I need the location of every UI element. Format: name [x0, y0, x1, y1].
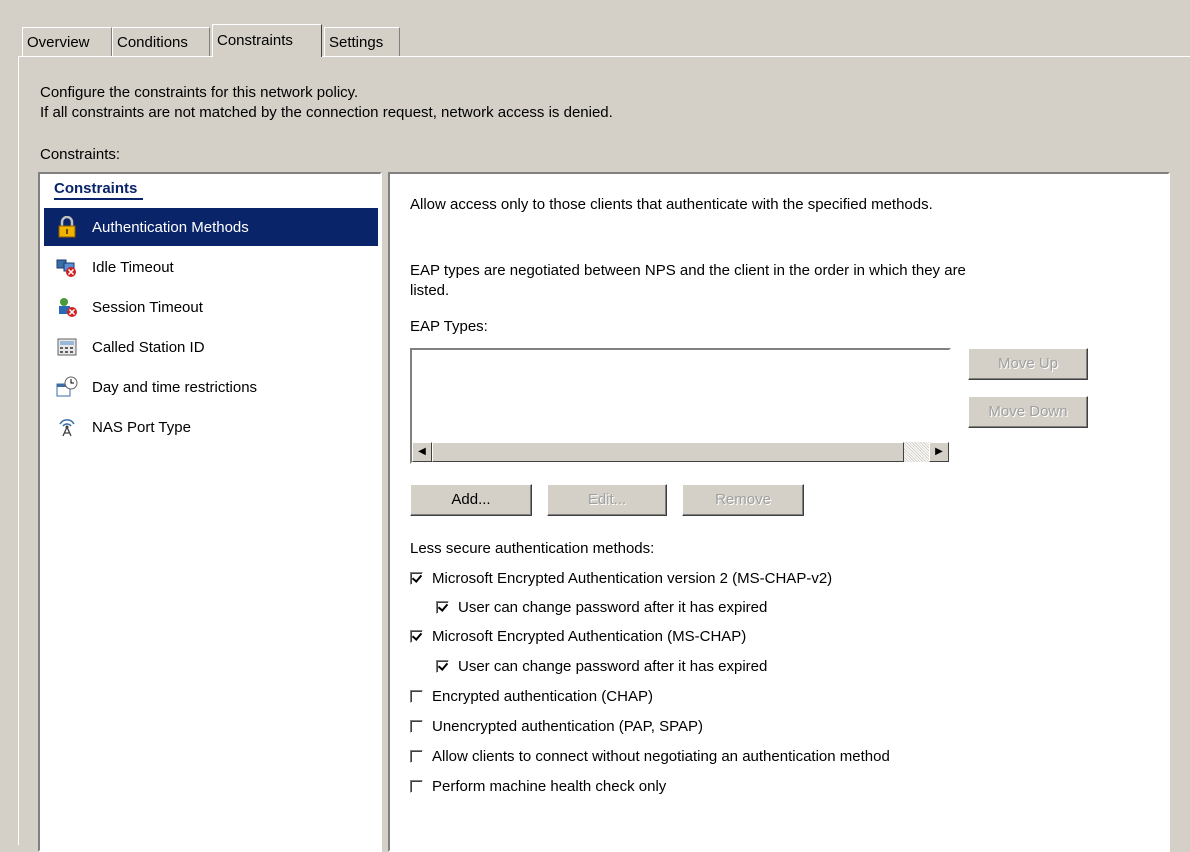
description-line-1: Configure the constraints for this netwo…	[40, 84, 359, 101]
idle-timeout-icon	[56, 259, 76, 277]
option-label: Allow clients to connect without negotia…	[432, 748, 890, 765]
option-label: Perform machine health check only	[432, 778, 667, 795]
option-no-negotiation[interactable]: Allow clients to connect without negotia…	[410, 748, 890, 765]
lock-icon	[58, 216, 76, 238]
list-item-authentication-methods[interactable]: Authentication Methods	[44, 208, 378, 246]
option-label: User can change password after it has ex…	[458, 599, 768, 616]
constraints-label: Constraints:	[40, 146, 121, 163]
session-timeout-icon	[59, 298, 77, 317]
pap-spap-checkbox[interactable]	[410, 720, 423, 733]
scroll-track[interactable]	[904, 442, 929, 462]
list-item-label: Session Timeout	[92, 298, 203, 316]
add-button[interactable]: Add...	[410, 484, 532, 516]
less-secure-label: Less secure authentication methods:	[410, 540, 655, 557]
mschapv2-checkbox[interactable]	[410, 572, 423, 585]
called-station-icon	[57, 338, 77, 356]
settings-pane: Allow access only to those clients that …	[388, 172, 1170, 852]
tab-overview[interactable]: Overview	[22, 27, 112, 56]
option-chap[interactable]: Encrypted authentication (CHAP)	[410, 688, 653, 705]
list-item-nas-port-type[interactable]: NAS Port Type	[44, 408, 378, 446]
option-label: Encrypted authentication (CHAP)	[432, 688, 653, 705]
antenna-icon	[59, 419, 75, 437]
calendar-clock-icon	[56, 376, 78, 397]
option-mschap[interactable]: Microsoft Encrypted Authentication (MS-C…	[410, 628, 746, 645]
option-label: Microsoft Encrypted Authentication versi…	[432, 570, 833, 587]
no-negotiation-checkbox[interactable]	[410, 750, 423, 763]
mschap-checkbox[interactable]	[410, 630, 423, 643]
eap-note-line-2: listed.	[410, 282, 450, 299]
option-mschap-change-password[interactable]: User can change password after it has ex…	[436, 658, 767, 675]
edit-button[interactable]: Edit...	[547, 484, 667, 516]
tab-constraints[interactable]: Constraints	[212, 24, 322, 57]
option-mschapv2[interactable]: Microsoft Encrypted Authentication versi…	[410, 570, 832, 587]
horizontal-scrollbar[interactable]: ◀ ▶	[412, 442, 949, 462]
list-item-label: Called Station ID	[92, 338, 205, 356]
option-label: User can change password after it has ex…	[458, 658, 768, 675]
intro-text: Allow access only to those clients that …	[410, 196, 933, 213]
health-check-only-checkbox[interactable]	[410, 780, 423, 793]
list-item-label: Idle Timeout	[92, 258, 174, 276]
remove-button[interactable]: Remove	[682, 484, 804, 516]
scroll-left-icon[interactable]: ◀	[412, 442, 432, 462]
tab-settings[interactable]: Settings	[324, 27, 400, 56]
option-health-check-only[interactable]: Perform machine health check only	[410, 778, 666, 795]
list-item-idle-timeout[interactable]: Idle Timeout	[44, 248, 378, 286]
mschap-change-password-checkbox[interactable]	[436, 660, 449, 673]
mschapv2-change-password-checkbox[interactable]	[436, 601, 449, 614]
chap-checkbox[interactable]	[410, 690, 423, 703]
list-item-day-and-time-restrictions[interactable]: Day and time restrictions	[44, 368, 378, 406]
scroll-right-icon[interactable]: ▶	[929, 442, 949, 462]
option-label: Microsoft Encrypted Authentication (MS-C…	[432, 628, 747, 645]
eap-types-label: EAP Types:	[410, 318, 488, 335]
move-up-button[interactable]: Move Up	[968, 348, 1088, 380]
eap-types-list[interactable]: ◀ ▶	[410, 348, 951, 464]
description-line-2: If all constraints are not matched by th…	[40, 104, 613, 121]
option-pap-spap[interactable]: Unencrypted authentication (PAP, SPAP)	[410, 718, 703, 735]
list-header: Constraints	[54, 180, 144, 200]
tab-conditions[interactable]: Conditions	[112, 27, 210, 56]
eap-note-line-1: EAP types are negotiated between NPS and…	[410, 262, 966, 279]
list-item-session-timeout[interactable]: Session Timeout	[44, 288, 378, 326]
list-item-label: NAS Port Type	[92, 418, 191, 436]
move-down-button[interactable]: Move Down	[968, 396, 1088, 428]
option-label: Unencrypted authentication (PAP, SPAP)	[432, 718, 703, 735]
scroll-thumb[interactable]	[432, 442, 904, 462]
list-item-label: Authentication Methods	[92, 218, 249, 236]
list-item-called-station-id[interactable]: Called Station ID	[44, 328, 378, 366]
constraints-list[interactable]: Constraints Authentication Methods Idle …	[38, 172, 382, 852]
list-item-label: Day and time restrictions	[92, 378, 258, 396]
option-mschapv2-change-password[interactable]: User can change password after it has ex…	[436, 599, 767, 616]
